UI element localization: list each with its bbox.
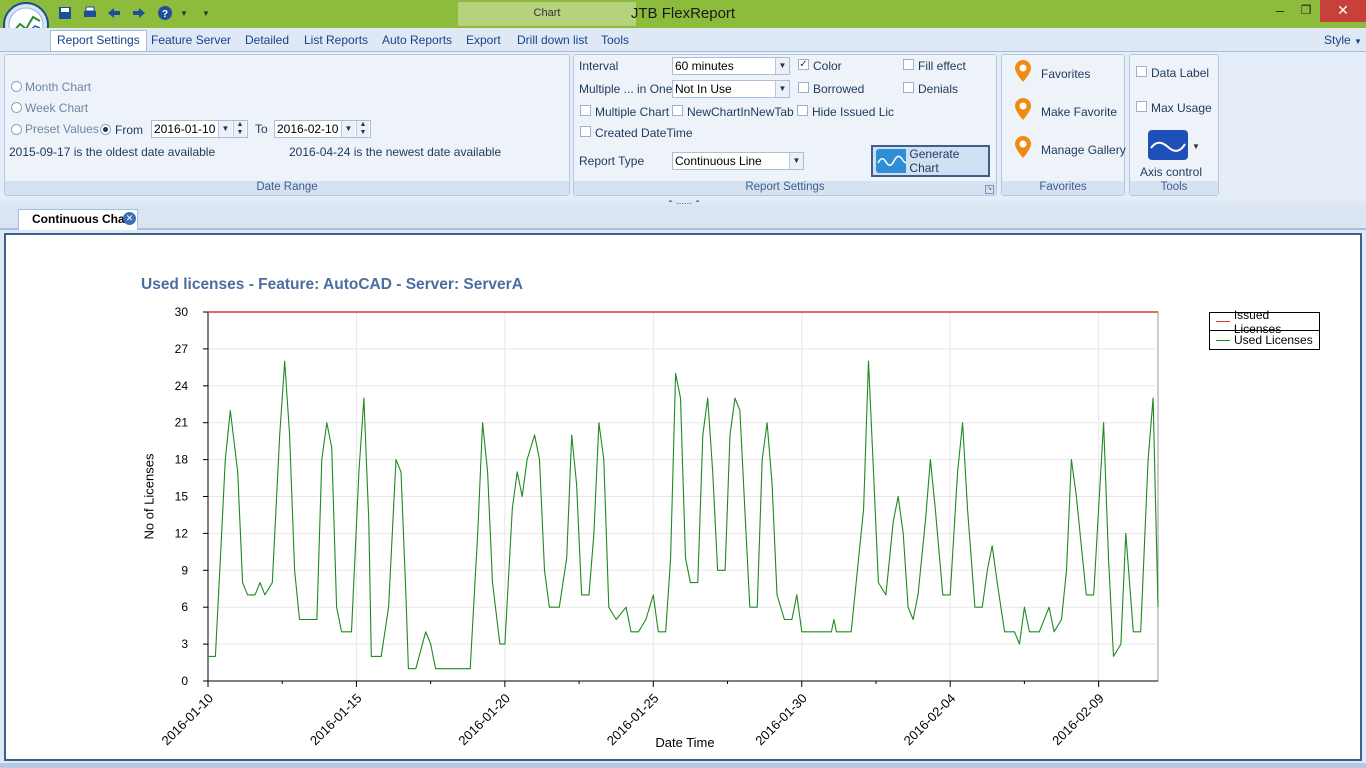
x-tick-label: 2016-02-04 — [901, 691, 959, 749]
y-tick-label: 6 — [181, 600, 188, 614]
y-tick-label: 18 — [175, 453, 189, 467]
y-tick-label: 21 — [175, 416, 189, 430]
y-tick-label: 30 — [175, 305, 189, 319]
y-tick-label: 24 — [175, 379, 189, 393]
y-tick-label: 12 — [175, 526, 189, 540]
y-tick-label: 9 — [181, 563, 188, 577]
legend-item-used: Used Licenses — [1210, 331, 1319, 349]
status-strip — [0, 763, 1366, 768]
x-tick-label: 2016-02-09 — [1049, 691, 1107, 749]
y-axis-label: No of Licenses — [141, 453, 157, 540]
x-tick-label: 2016-01-20 — [455, 691, 513, 749]
legend-swatch — [1216, 321, 1230, 322]
x-tick-label: 2016-01-10 — [158, 691, 216, 749]
chart-plot: 0 3 6 9 12 15 18 21 24 27 30 2016-01-10 2016-01-15 20… — [158, 305, 1159, 749]
y-tick-label: 15 — [175, 490, 189, 504]
x-tick-label: 2016-01-15 — [307, 691, 365, 749]
legend-label: Issued Licenses — [1233, 307, 1282, 336]
y-tick-label: 0 — [181, 674, 188, 688]
legend-swatch — [1216, 339, 1230, 341]
y-tick-label: 27 — [175, 342, 189, 356]
legend-item-issued: Issued Licenses — [1210, 308, 1319, 336]
x-axis-label: Date Time — [655, 735, 715, 750]
chart-legend: Issued Licenses Used Licenses — [1209, 308, 1320, 350]
legend-label: Used Licenses — [1234, 333, 1313, 347]
y-tick-label: 3 — [181, 637, 188, 651]
